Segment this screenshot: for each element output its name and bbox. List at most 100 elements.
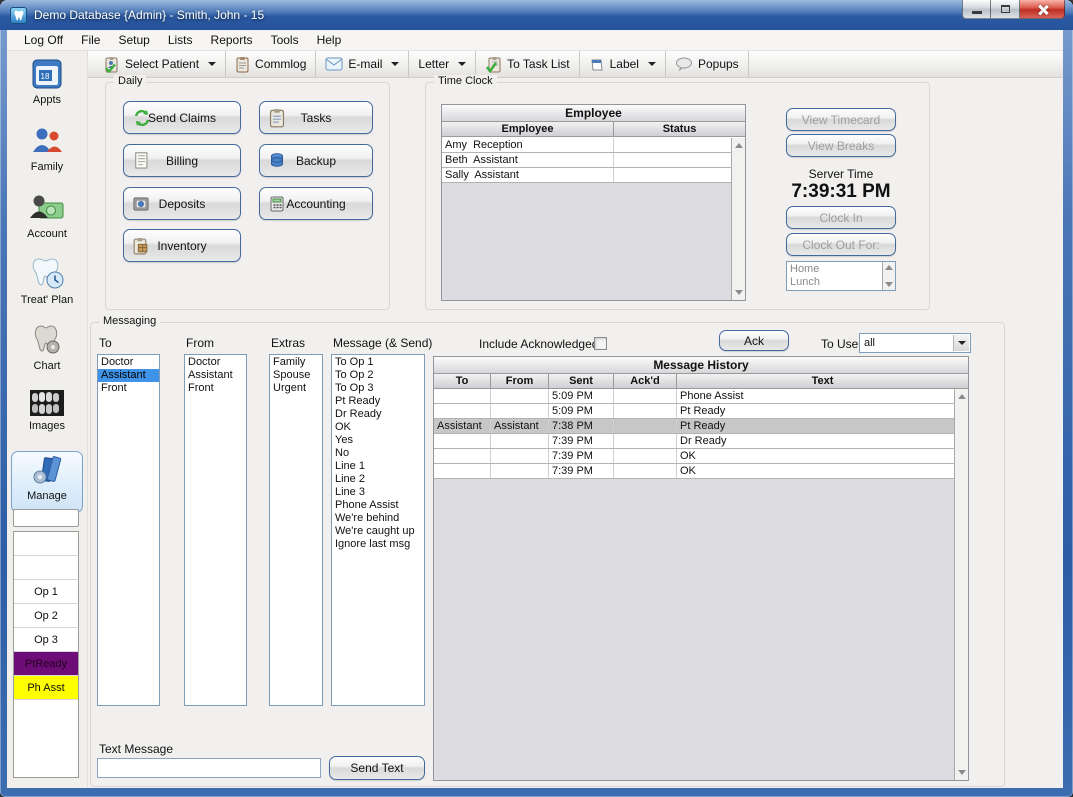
col-from[interactable]: From xyxy=(491,374,549,388)
email-button[interactable]: E-mail xyxy=(316,51,409,77)
menu-file[interactable]: File xyxy=(72,31,109,49)
email-dropdown-icon[interactable] xyxy=(391,62,399,66)
clock-in-button[interactable]: Clock In xyxy=(786,206,896,229)
popups-button[interactable]: Popups xyxy=(666,51,749,77)
sidebar-item-images[interactable]: Images xyxy=(11,388,83,448)
scroll-up-icon[interactable] xyxy=(958,394,966,399)
sidebar-item-treat-plan[interactable]: Treat' Plan xyxy=(11,256,83,316)
commlog-button[interactable]: Commlog xyxy=(226,51,316,77)
menu-lists[interactable]: Lists xyxy=(159,31,202,49)
menu-tools[interactable]: Tools xyxy=(262,31,308,49)
message-send-list[interactable]: To Op 1 To Op 2 To Op 3 Pt Ready Dr Read… xyxy=(331,354,425,706)
to-list[interactable]: Doctor Assistant Front xyxy=(97,354,160,706)
menu-help[interactable]: Help xyxy=(308,31,351,49)
col-sent[interactable]: Sent xyxy=(549,374,614,388)
menu-reports[interactable]: Reports xyxy=(202,31,262,49)
from-item[interactable]: Assistant xyxy=(185,369,246,382)
clock-out-option-lunch[interactable]: Lunch xyxy=(787,276,895,289)
sidebar-item-account[interactable]: Account xyxy=(11,190,83,250)
deposits-button[interactable]: Deposits xyxy=(123,187,241,220)
col-to[interactable]: To xyxy=(434,374,491,388)
clock-out-options-list[interactable]: Home Lunch xyxy=(786,261,896,291)
select-patient-button[interactable]: Select Patient xyxy=(94,51,226,77)
extras-list[interactable]: Family Spouse Urgent xyxy=(269,354,323,706)
extras-item[interactable]: Spouse xyxy=(270,369,322,382)
combo-arrow-button[interactable] xyxy=(953,335,969,351)
col-status[interactable]: Status xyxy=(614,122,745,136)
message-item[interactable]: We're behind xyxy=(332,512,424,525)
select-patient-dropdown-icon[interactable] xyxy=(208,62,216,66)
sidebar-item-manage[interactable]: Manage xyxy=(11,451,83,513)
title-bar[interactable]: Demo Database {Admin} - Smith, John - 15 xyxy=(0,0,1073,30)
message-item[interactable]: To Op 3 xyxy=(332,382,424,395)
ack-button[interactable]: Ack xyxy=(719,330,789,351)
operatory-row-op3[interactable]: Op 3 xyxy=(14,628,78,652)
col-ackd[interactable]: Ack'd xyxy=(614,374,677,388)
message-item[interactable]: Phone Assist xyxy=(332,499,424,512)
view-breaks-button[interactable]: View Breaks xyxy=(786,134,896,157)
employee-table-scrollbar[interactable] xyxy=(731,138,745,300)
text-message-input[interactable] xyxy=(97,758,321,778)
message-item[interactable]: Yes xyxy=(332,434,424,447)
message-item[interactable]: We're caught up xyxy=(332,525,424,538)
history-row[interactable]: 7:39 PM OK xyxy=(434,449,954,464)
to-item-selected[interactable]: Assistant xyxy=(98,369,159,382)
label-dropdown-icon[interactable] xyxy=(648,62,656,66)
backup-button[interactable]: Backup xyxy=(259,144,373,177)
sidebar-item-chart[interactable]: Chart xyxy=(11,322,83,382)
from-item[interactable]: Front xyxy=(185,382,246,395)
view-timecard-button[interactable]: View Timecard xyxy=(786,108,896,131)
operatory-row[interactable] xyxy=(14,556,78,580)
history-row[interactable]: 5:09 PM Pt Ready xyxy=(434,404,954,419)
operatory-row-op1[interactable]: Op 1 xyxy=(14,580,78,604)
to-item[interactable]: Front xyxy=(98,382,159,395)
scroll-up-icon[interactable] xyxy=(735,143,743,148)
message-item[interactable]: OK xyxy=(332,421,424,434)
scroll-down-icon[interactable] xyxy=(958,770,966,775)
message-item[interactable]: Line 3 xyxy=(332,486,424,499)
letter-button[interactable]: Letter xyxy=(409,51,476,77)
send-text-button[interactable]: Send Text xyxy=(329,756,425,780)
from-list[interactable]: Doctor Assistant Front xyxy=(184,354,247,706)
scroll-down-icon[interactable] xyxy=(735,290,743,295)
sidebar-item-appts[interactable]: 18 Appts xyxy=(11,56,83,116)
extras-item[interactable]: Family xyxy=(270,356,322,369)
inventory-button[interactable]: Inventory xyxy=(123,229,241,262)
clock-out-list-scrollbar[interactable] xyxy=(882,262,895,290)
history-row[interactable]: 7:39 PM Dr Ready xyxy=(434,434,954,449)
letter-dropdown-icon[interactable] xyxy=(458,62,466,66)
label-button[interactable]: Label xyxy=(580,51,666,77)
extras-item[interactable]: Urgent xyxy=(270,382,322,395)
close-button[interactable] xyxy=(1020,0,1065,19)
from-item[interactable]: Doctor xyxy=(185,356,246,369)
scroll-up-icon[interactable] xyxy=(885,265,893,270)
history-row-selected[interactable]: Assistant Assistant 7:38 PM Pt Ready xyxy=(434,419,954,434)
history-row[interactable]: 5:09 PM Phone Assist xyxy=(434,389,954,404)
employee-row[interactable]: Sally Assistant xyxy=(442,168,731,183)
include-acknowledged-checkbox[interactable] xyxy=(594,337,607,350)
message-item[interactable]: To Op 2 xyxy=(332,369,424,382)
employee-row[interactable]: Amy Reception xyxy=(442,138,731,153)
accounting-button[interactable]: Accounting xyxy=(259,187,373,220)
to-user-combobox[interactable]: all xyxy=(859,333,971,353)
col-employee[interactable]: Employee xyxy=(442,122,614,136)
clock-out-for-button[interactable]: Clock Out For: xyxy=(786,233,896,256)
message-item[interactable]: Dr Ready xyxy=(332,408,424,421)
message-item[interactable]: Pt Ready xyxy=(332,395,424,408)
message-item[interactable]: To Op 1 xyxy=(332,356,424,369)
message-item[interactable]: Line 2 xyxy=(332,473,424,486)
send-claims-button[interactable]: Send Claims xyxy=(123,101,241,134)
tasks-button[interactable]: Tasks xyxy=(259,101,373,134)
sidebar-item-family[interactable]: Family xyxy=(11,123,83,183)
scroll-down-icon[interactable] xyxy=(885,282,893,287)
clock-out-option-home[interactable]: Home xyxy=(787,263,895,276)
operatory-row-ptready[interactable]: PtReady xyxy=(14,652,78,676)
operatory-row-phasst[interactable]: Ph Asst xyxy=(14,676,78,700)
message-item[interactable]: No xyxy=(332,447,424,460)
minimize-button[interactable] xyxy=(962,0,991,19)
to-task-list-button[interactable]: To Task List xyxy=(476,51,579,77)
maximize-button[interactable] xyxy=(991,0,1020,19)
message-history-scrollbar[interactable] xyxy=(954,389,968,780)
history-row[interactable]: 7:39 PM OK xyxy=(434,464,954,479)
employee-row[interactable]: Beth Assistant xyxy=(442,153,731,168)
